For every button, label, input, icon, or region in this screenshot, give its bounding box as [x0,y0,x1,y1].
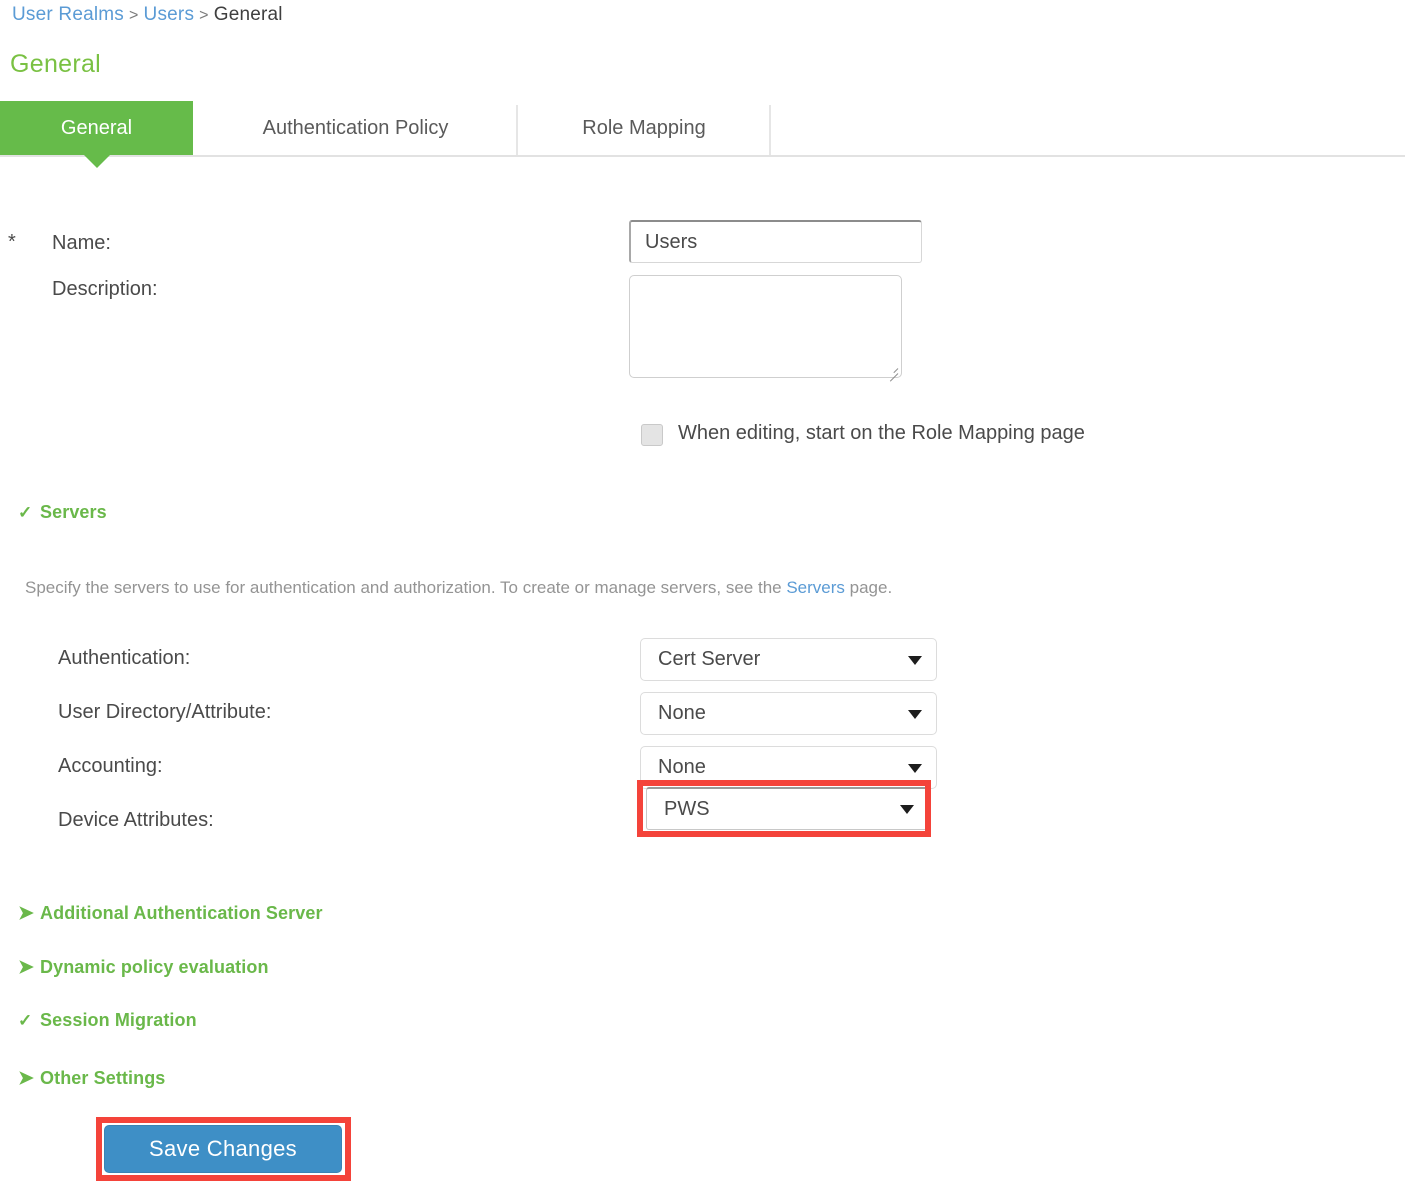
name-input[interactable] [629,220,922,263]
chevron-down-icon: ✓ [18,1011,33,1030]
chevron-down-icon [908,763,922,773]
accounting-label: Accounting: [58,755,163,777]
section-header-dynamic-policy-evaluation-label: Dynamic policy evaluation [40,957,269,977]
description-textarea[interactable] [629,275,902,378]
chevron-down-icon [900,805,914,814]
accounting-select[interactable]: None [640,746,937,789]
tab-active-arrow-icon [83,155,110,168]
section-header-additional-authentication-server[interactable]: ➤ Additional Authentication Server [18,902,323,925]
tab-bar: General Authentication Policy Role Mappi… [0,101,1412,168]
accounting-select-value: None [658,756,706,778]
servers-help-text: Specify the servers to use for authentic… [25,578,892,598]
section-header-servers[interactable]: ✓ Servers [18,502,107,523]
chevron-right-icon: ➤ [18,1068,35,1089]
authentication-select-value: Cert Server [658,648,761,670]
chevron-right-icon: ➤ [18,903,35,924]
authentication-select[interactable]: Cert Server [640,638,937,681]
tab-general[interactable]: General [0,101,193,168]
user-directory-select[interactable]: None [640,692,937,735]
device-attributes-select-value: PWS [664,798,710,820]
breadcrumb-separator: > [129,7,139,24]
tab-role-mapping-label: Role Mapping [582,117,706,139]
tab-general-label: General [60,117,133,139]
chevron-down-icon: ✓ [18,503,33,522]
chevron-right-icon: ➤ [18,957,35,978]
required-field-marker: * [8,231,16,253]
breadcrumb-item-user-realms[interactable]: User Realms [12,4,124,25]
device-attributes-label: Device Attributes: [58,809,214,831]
tab-role-mapping[interactable]: Role Mapping [519,101,769,155]
chevron-down-icon [908,709,922,719]
servers-help-text-before: Specify the servers to use for authentic… [25,578,787,597]
tab-authentication-policy[interactable]: Authentication Policy [195,101,516,155]
description-label: Description: [52,278,158,300]
breadcrumb-item-users[interactable]: Users [144,4,195,25]
section-header-other-settings-label: Other Settings [40,1068,166,1088]
chevron-down-icon [908,655,922,665]
tab-divider [516,105,518,155]
page-title: General [10,50,102,78]
breadcrumb-separator: > [199,7,209,24]
breadcrumb: User Realms > Users > General [12,4,283,26]
tab-authentication-policy-label: Authentication Policy [262,117,449,139]
name-label: Name: [52,232,111,254]
servers-help-link[interactable]: Servers [786,578,845,597]
section-header-servers-label: Servers [40,502,107,522]
section-header-other-settings[interactable]: ➤ Other Settings [18,1067,165,1090]
section-header-session-migration[interactable]: ✓ Session Migration [18,1010,197,1031]
section-header-dynamic-policy-evaluation[interactable]: ➤ Dynamic policy evaluation [18,956,269,979]
section-header-additional-authentication-server-label: Additional Authentication Server [40,903,323,923]
user-directory-label: User Directory/Attribute: [58,701,272,723]
breadcrumb-item-general: General [213,4,283,25]
tab-divider [769,105,771,155]
save-changes-button[interactable]: Save Changes [104,1125,342,1173]
tab-underline [0,155,1405,157]
role-mapping-start-checkbox[interactable] [641,424,663,446]
device-attributes-select[interactable]: PWS [646,787,929,830]
authentication-label: Authentication: [58,647,191,669]
user-directory-select-value: None [658,702,706,724]
servers-help-text-after: page. [844,578,893,597]
section-header-session-migration-label: Session Migration [40,1010,197,1030]
role-mapping-start-label: When editing, start on the Role Mapping … [678,422,1085,444]
